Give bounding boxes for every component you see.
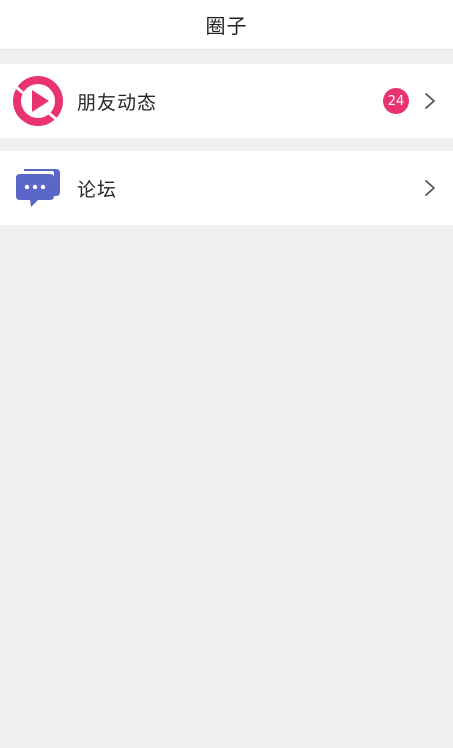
notification-badge: 24 <box>383 88 409 114</box>
nav-bar: 圈子 <box>0 0 453 50</box>
play-circle-icon <box>12 75 64 127</box>
chevron-right-icon <box>422 91 438 111</box>
list-item-friend-moments[interactable]: 朋友动态 24 <box>0 64 453 138</box>
page-title: 圈子 <box>205 14 248 38</box>
chevron-right-icon <box>422 178 438 198</box>
chat-bubbles-icon <box>12 162 64 214</box>
list-item-label: 论坛 <box>77 178 118 201</box>
list-item-label: 朋友动态 <box>77 91 158 114</box>
list-item-forum[interactable]: 论坛 <box>0 151 453 225</box>
